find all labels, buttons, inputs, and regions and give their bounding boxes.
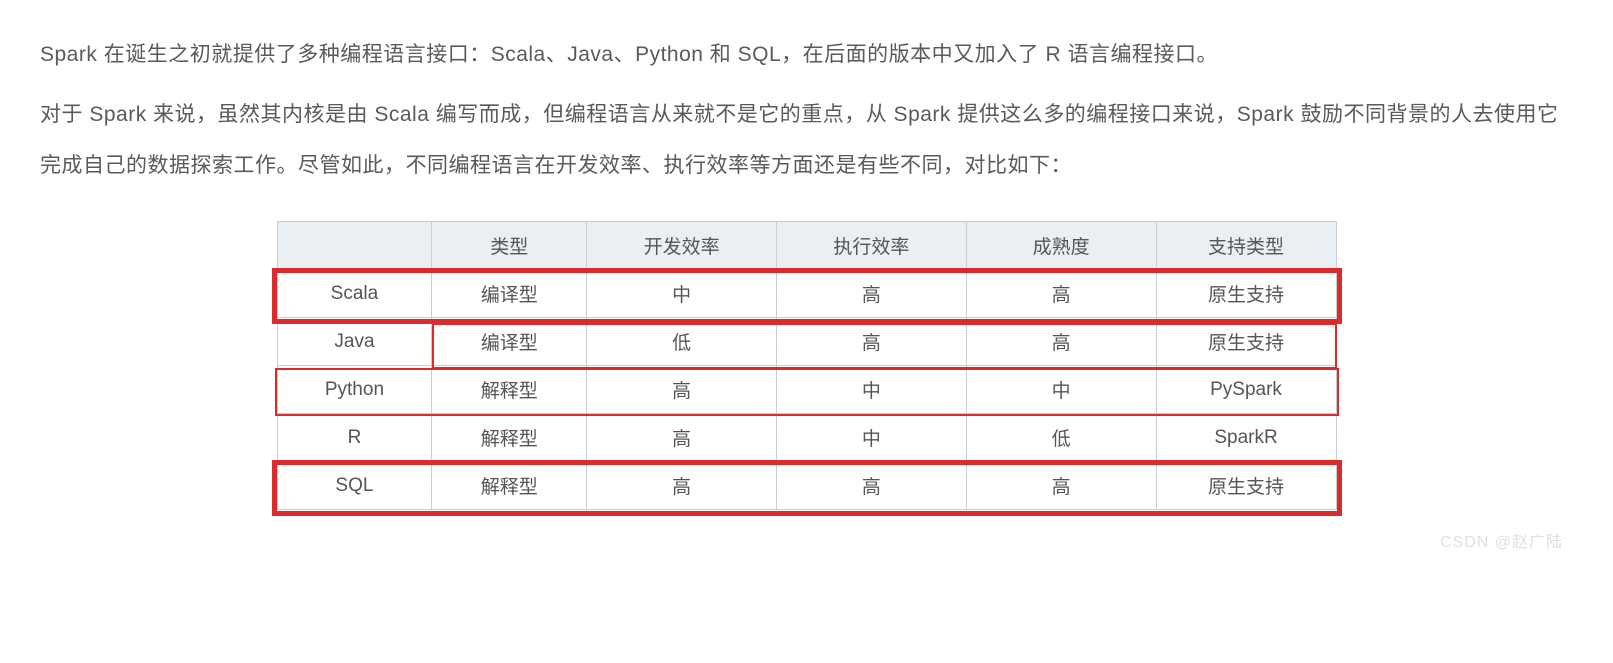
cell-type: 解释型 bbox=[432, 462, 587, 510]
cell-dev: 低 bbox=[587, 318, 777, 366]
cell-name: Scala bbox=[277, 270, 432, 318]
cell-exec: 中 bbox=[777, 414, 967, 462]
cell-maturity: 高 bbox=[966, 270, 1156, 318]
table-header-row: 类型 开发效率 执行效率 成熟度 支持类型 bbox=[277, 222, 1336, 270]
table-row: R 解释型 高 中 低 SparkR bbox=[277, 414, 1336, 462]
cell-support: SparkR bbox=[1156, 414, 1336, 462]
cell-type: 解释型 bbox=[432, 366, 587, 414]
cell-name: SQL bbox=[277, 462, 432, 510]
cell-dev: 高 bbox=[587, 366, 777, 414]
cell-exec: 高 bbox=[777, 318, 967, 366]
cell-name: R bbox=[277, 414, 432, 462]
cell-type: 解释型 bbox=[432, 414, 587, 462]
cell-exec: 中 bbox=[777, 366, 967, 414]
cell-dev: 高 bbox=[587, 414, 777, 462]
header-blank bbox=[277, 222, 432, 270]
table-row: Java 编译型 低 高 高 原生支持 bbox=[277, 318, 1336, 366]
cell-support: PySpark bbox=[1156, 366, 1336, 414]
header-support: 支持类型 bbox=[1156, 222, 1336, 270]
table-row: Scala 编译型 中 高 高 原生支持 bbox=[277, 270, 1336, 318]
cell-maturity: 中 bbox=[966, 366, 1156, 414]
table-container: 类型 开发效率 执行效率 成熟度 支持类型 Scala 编译型 中 高 高 原生… bbox=[277, 221, 1337, 510]
intro-paragraph-1: Spark 在诞生之初就提供了多种编程语言接口：Scala、Java、Pytho… bbox=[40, 30, 1573, 80]
cell-type: 编译型 bbox=[432, 318, 587, 366]
header-dev: 开发效率 bbox=[587, 222, 777, 270]
cell-name: Java bbox=[277, 318, 432, 366]
cell-type: 编译型 bbox=[432, 270, 587, 318]
table-row: Python 解释型 高 中 中 PySpark bbox=[277, 366, 1336, 414]
table-wrapper: 类型 开发效率 执行效率 成熟度 支持类型 Scala 编译型 中 高 高 原生… bbox=[40, 221, 1573, 510]
header-type: 类型 bbox=[432, 222, 587, 270]
cell-name: Python bbox=[277, 366, 432, 414]
cell-support: 原生支持 bbox=[1156, 318, 1336, 366]
cell-support: 原生支持 bbox=[1156, 462, 1336, 510]
header-maturity: 成熟度 bbox=[966, 222, 1156, 270]
cell-exec: 高 bbox=[777, 270, 967, 318]
cell-maturity: 高 bbox=[966, 462, 1156, 510]
cell-dev: 中 bbox=[587, 270, 777, 318]
cell-maturity: 低 bbox=[966, 414, 1156, 462]
cell-maturity: 高 bbox=[966, 318, 1156, 366]
intro-paragraph-2: 对于 Spark 来说，虽然其内核是由 Scala 编写而成，但编程语言从来就不… bbox=[40, 90, 1573, 191]
comparison-table: 类型 开发效率 执行效率 成熟度 支持类型 Scala 编译型 中 高 高 原生… bbox=[277, 221, 1337, 510]
header-exec: 执行效率 bbox=[777, 222, 967, 270]
cell-support: 原生支持 bbox=[1156, 270, 1336, 318]
cell-exec: 高 bbox=[777, 462, 967, 510]
watermark: CSDN @赵广陆 bbox=[40, 528, 1573, 552]
table-row: SQL 解释型 高 高 高 原生支持 bbox=[277, 462, 1336, 510]
cell-dev: 高 bbox=[587, 462, 777, 510]
